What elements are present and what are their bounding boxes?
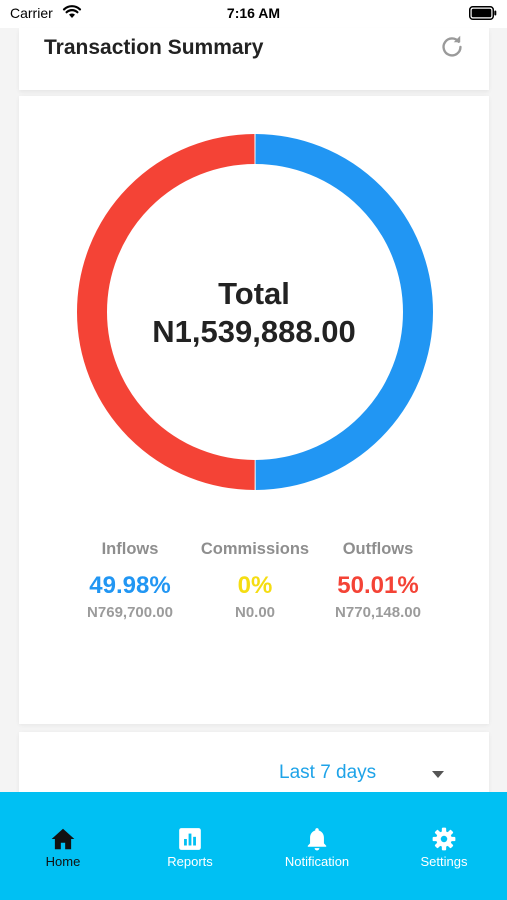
- refresh-icon[interactable]: [439, 34, 465, 60]
- commissions-label: Commissions: [200, 540, 310, 558]
- header-bar: Transaction Summary: [19, 28, 489, 90]
- tab-home-label: Home: [45, 854, 81, 869]
- tab-reports[interactable]: Reports: [127, 792, 253, 900]
- donut-chart: [76, 134, 433, 490]
- outflows-stat: Outflows 50.01% N770,148.00: [308, 538, 448, 623]
- total-amount: N1,539,888.00: [152, 314, 356, 349]
- tab-settings[interactable]: Settings: [381, 792, 507, 900]
- inflows-label: Inflows: [101, 540, 159, 558]
- outflows-amount: N770,148.00: [335, 604, 421, 621]
- battery-icon: [469, 6, 497, 20]
- status-bar: Carrier 7:16 AM: [0, 0, 507, 28]
- tab-notification[interactable]: Notification: [254, 792, 380, 900]
- tab-bar: Home Reports Notification Settings: [0, 792, 507, 900]
- caret-down-icon: [432, 771, 444, 778]
- gear-icon: [432, 827, 456, 851]
- inflows-percent: 49.98%: [89, 572, 171, 599]
- home-icon: [51, 828, 75, 850]
- page-title: Transaction Summary: [44, 36, 264, 59]
- summary-card: Total N1,539,888.00 Inflows 49.98% N769,…: [19, 96, 489, 724]
- tab-notification-label: Notification: [284, 854, 350, 869]
- status-time: 7:16 AM: [226, 5, 281, 21]
- tab-reports-label: Reports: [167, 854, 213, 869]
- commissions-amount: N0.00: [234, 604, 276, 621]
- period-dropdown[interactable]: Last 7 days: [269, 760, 459, 790]
- app-screen: Carrier 7:16 AM Transaction Summary Tota…: [0, 0, 507, 900]
- inflows-stat: Inflows 49.98% N769,700.00: [60, 538, 200, 623]
- total-label: Total: [218, 276, 290, 311]
- reports-icon: [179, 828, 201, 850]
- bell-icon: [307, 828, 327, 851]
- commissions-percent: 0%: [237, 572, 273, 599]
- tab-home[interactable]: Home: [0, 792, 126, 900]
- outflows-percent: 50.01%: [337, 572, 419, 599]
- inflows-amount: N769,700.00: [87, 604, 173, 621]
- tab-settings-label: Settings: [420, 854, 468, 869]
- outflows-label: Outflows: [342, 540, 414, 558]
- commissions-stat: Commissions 0% N0.00: [185, 538, 325, 623]
- donut-slice-outflows: [76, 134, 255, 490]
- period-dropdown-value: Last 7 days: [279, 762, 377, 783]
